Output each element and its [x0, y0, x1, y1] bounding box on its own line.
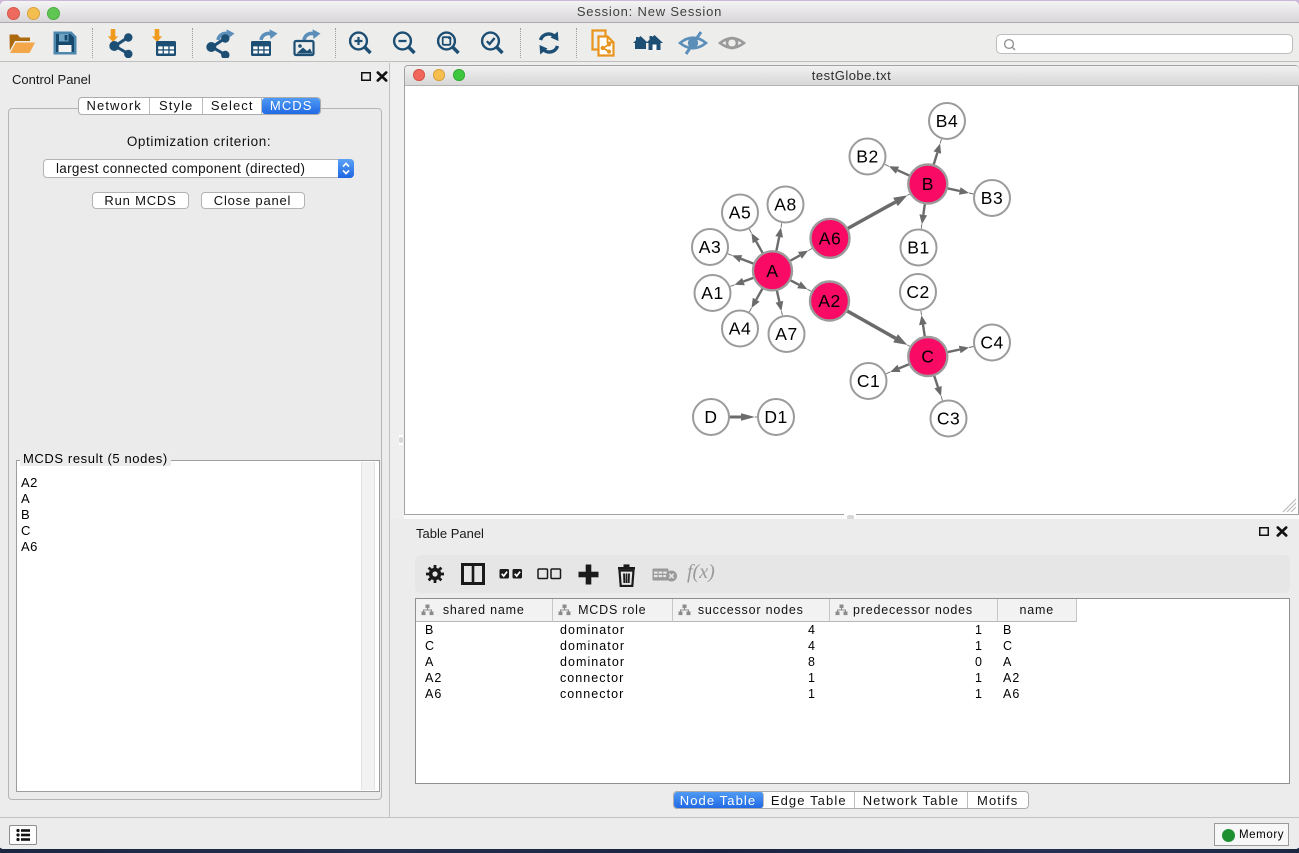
svg-text:B1: B1	[907, 237, 929, 257]
svg-text:A7: A7	[775, 324, 797, 344]
svg-text:A4: A4	[728, 318, 750, 338]
svg-text:A5: A5	[728, 202, 750, 222]
svg-text:A2: A2	[818, 291, 840, 311]
svg-text:C: C	[921, 346, 934, 366]
svg-text:A1: A1	[701, 283, 723, 303]
svg-text:B3: B3	[980, 188, 1002, 208]
svg-text:B2: B2	[856, 146, 878, 166]
svg-text:A: A	[766, 261, 778, 281]
svg-text:C1: C1	[856, 371, 879, 391]
svg-text:A8: A8	[774, 194, 796, 214]
svg-text:A3: A3	[698, 237, 720, 257]
svg-text:C4: C4	[980, 332, 1003, 352]
svg-text:D: D	[704, 407, 717, 427]
svg-text:A6: A6	[818, 228, 840, 248]
svg-text:B: B	[921, 174, 933, 194]
svg-text:D1: D1	[764, 407, 787, 427]
svg-text:C2: C2	[906, 282, 929, 302]
svg-text:C3: C3	[936, 408, 959, 428]
svg-text:B4: B4	[935, 111, 957, 131]
